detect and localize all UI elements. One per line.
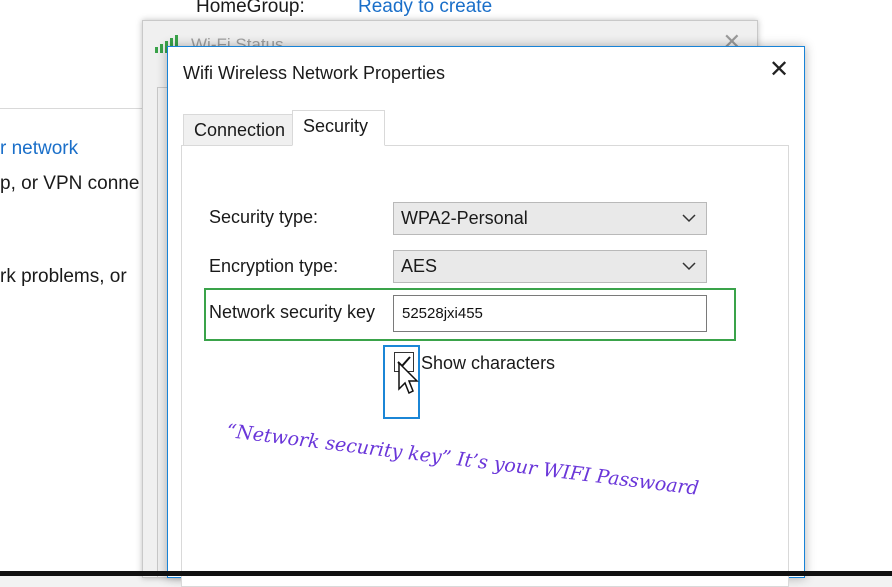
vpn-description-text: p, or VPN conne [0,173,140,194]
homegroup-label: HomeGroup: [196,0,305,17]
troubleshoot-description-text: rk problems, or [0,266,127,287]
encryption-type-value: AES [401,256,438,276]
security-type-label: Security type: [209,207,319,227]
divider [0,108,145,109]
bottom-edge-bar [0,571,892,576]
dialog-title: Wifi Wireless Network Properties [183,63,446,83]
network-key-field[interactable]: 52528jxi455 [393,295,707,332]
encryption-type-select[interactable]: AES [393,250,707,283]
close-icon[interactable]: ✕ [766,57,792,83]
security-type-select[interactable]: WPA2-Personal [393,202,707,235]
show-characters-label[interactable]: Show characters [421,353,555,374]
tab-security[interactable]: Security [292,110,385,146]
security-type-value: WPA2-Personal [401,208,528,228]
chevron-down-icon [682,262,696,271]
network-properties-dialog: Wifi Wireless Network Properties ✕ Conne… [167,46,805,587]
homegroup-status-link[interactable]: Ready to create [358,0,492,18]
encryption-type-label: Encryption type: [209,256,339,276]
tab-connection[interactable]: Connection [183,114,293,145]
setup-network-link[interactable]: r network [0,138,78,160]
mouse-pointer-icon [398,361,419,395]
network-key-label: Network security key [209,302,376,322]
chevron-down-icon [682,214,696,223]
